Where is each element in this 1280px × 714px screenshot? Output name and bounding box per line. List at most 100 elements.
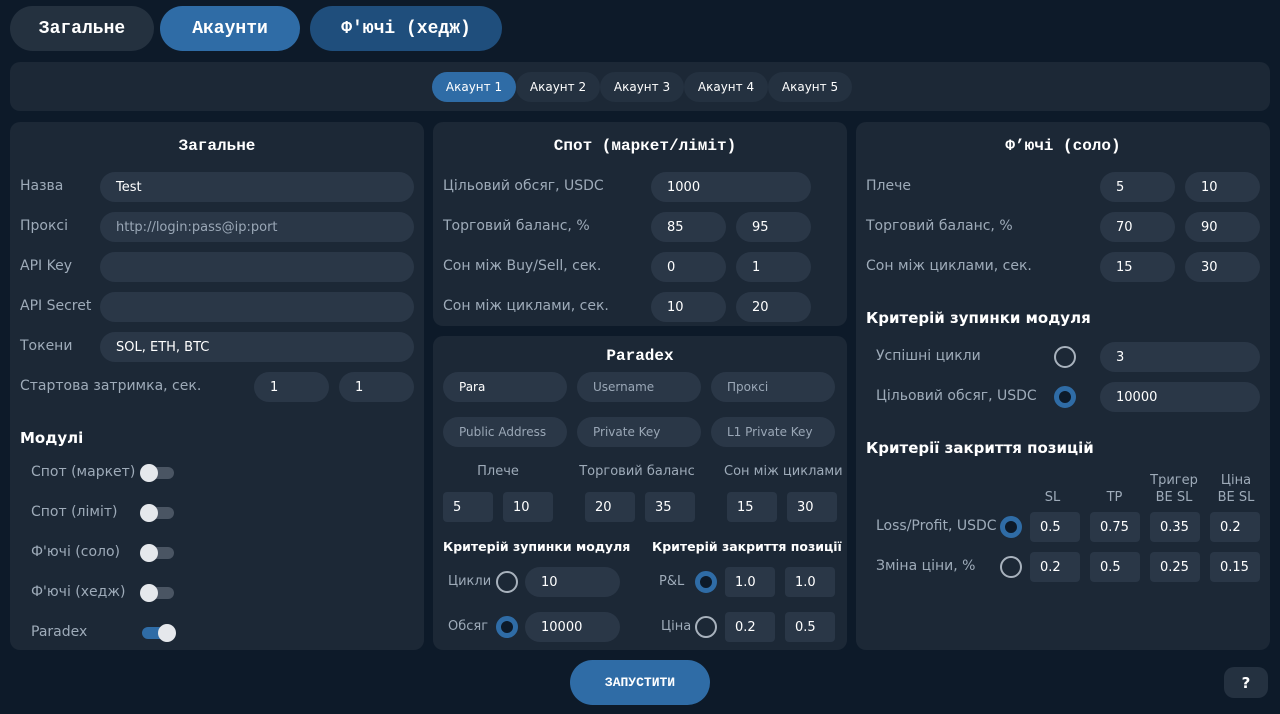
paradex-price-min-input[interactable]: 0.2 — [725, 612, 775, 642]
spot-target-volume-input[interactable]: 1000 — [651, 172, 811, 202]
col-header-price-line2: BE SL — [1217, 490, 1255, 505]
paradex-leverage-min-input[interactable]: 5 — [443, 492, 493, 522]
spot-sleep-buy-sell-min-input[interactable]: 0 — [651, 252, 726, 282]
paradex-pnl-max-input[interactable]: 1.0 — [785, 567, 835, 597]
price-change-tp-input[interactable]: 0.5 — [1090, 552, 1140, 582]
futures-target-volume-radio[interactable] — [1054, 386, 1076, 408]
start-delay-min-input[interactable]: 1 — [254, 372, 329, 402]
futures-success-cycles-radio[interactable] — [1054, 346, 1076, 368]
paradex-price-radio[interactable] — [695, 616, 717, 638]
paradex-trade-balance-min-input[interactable]: 20 — [585, 492, 635, 522]
price-change-radio[interactable] — [1000, 556, 1022, 578]
paradex-cycles-radio[interactable] — [496, 571, 518, 593]
help-button[interactable]: ? — [1224, 667, 1268, 698]
spot-sleep-cycles-max-input[interactable]: 20 — [736, 292, 811, 322]
paradex-price-max-input[interactable]: 0.5 — [785, 612, 835, 642]
loss-profit-sl-input[interactable]: 0.5 — [1030, 512, 1080, 542]
paradex-pnl-min-input[interactable]: 1.0 — [725, 567, 775, 597]
futures-trade-balance-min-input[interactable]: 70 — [1100, 212, 1175, 242]
paradex-pnl-radio[interactable] — [695, 571, 717, 593]
spot-sleep-buy-sell-max-input[interactable]: 1 — [736, 252, 811, 282]
start-button[interactable]: ЗАПУСТИТИ — [570, 660, 710, 705]
start-delay-label: Стартова затримка, сек. — [20, 378, 202, 394]
spot-trade-balance-min-input[interactable]: 85 — [651, 212, 726, 242]
paradex-proxy-input[interactable]: Проксі — [711, 372, 835, 402]
paradex-volume-radio[interactable] — [496, 616, 518, 638]
spot-trade-balance-label: Торговий баланс, % — [443, 218, 590, 234]
spot-sleep-cycles-label: Сон між циклами, сек. — [443, 298, 609, 314]
spot-trade-balance-max-input[interactable]: 95 — [736, 212, 811, 242]
module-toggle-paradex[interactable] — [142, 624, 176, 642]
paradex-leverage-max-input[interactable]: 10 — [503, 492, 553, 522]
paradex-volume-input[interactable]: 10000 — [525, 612, 620, 642]
account-tab-2[interactable]: Акаунт 2 — [516, 72, 600, 102]
paradex-username-input[interactable]: Username — [577, 372, 701, 402]
name-input[interactable]: Test — [100, 172, 414, 202]
futures-success-cycles-label: Успішні цикли — [876, 348, 981, 364]
proxy-label: Проксі — [20, 218, 69, 234]
paradex-cycles-input[interactable]: 10 — [525, 567, 620, 597]
account-tab-1[interactable]: Акаунт 1 — [432, 72, 516, 102]
proxy-input[interactable]: http://login:pass@ip:port — [100, 212, 414, 242]
futures-sleep-min-input[interactable]: 15 — [1100, 252, 1175, 282]
paradex-public-address-input[interactable]: Public Address — [443, 417, 567, 447]
module-toggle-futures-hedge[interactable] — [140, 584, 174, 602]
paradex-trade-balance-max-input[interactable]: 35 — [645, 492, 695, 522]
col-header-tp: TP — [1106, 490, 1123, 505]
spot-target-volume-label: Цільовий обсяг, USDC — [443, 178, 604, 194]
price-change-label: Зміна ціни, % — [876, 558, 976, 574]
futures-leverage-min-input[interactable]: 5 — [1100, 172, 1175, 202]
module-label-paradex: Paradex — [31, 624, 88, 640]
account-tab-5[interactable]: Акаунт 5 — [768, 72, 852, 102]
module-toggle-spot-market[interactable] — [140, 464, 174, 482]
account-tab-3[interactable]: Акаунт 3 — [600, 72, 684, 102]
paradex-l1-private-key-input[interactable]: L1 Private Key — [711, 417, 835, 447]
api-key-label: API Key — [20, 258, 72, 274]
module-toggle-futures-solo[interactable] — [140, 544, 174, 562]
loss-profit-trigger-input[interactable]: 0.35 — [1150, 512, 1200, 542]
paradex-leverage-label: Плече — [477, 464, 519, 479]
module-label-spot-market: Спот (маркет) — [31, 464, 136, 480]
paradex-cycles-label: Цикли — [448, 574, 492, 589]
paradex-para-input[interactable]: Para — [443, 372, 567, 402]
loss-profit-price-input[interactable]: 0.2 — [1210, 512, 1260, 542]
paradex-private-key-input[interactable]: Private Key — [577, 417, 701, 447]
api-key-input[interactable] — [100, 252, 414, 282]
col-header-sl: SL — [1044, 490, 1061, 505]
module-toggle-spot-limit[interactable] — [140, 504, 174, 522]
module-label-futures-hedge: Ф'ючі (хедж) — [31, 584, 126, 600]
tab-general[interactable]: Загальне — [10, 6, 154, 51]
price-change-trigger-input[interactable]: 0.25 — [1150, 552, 1200, 582]
paradex-volume-label: Обсяг — [448, 619, 489, 634]
tab-accounts[interactable]: Акаунти — [160, 6, 300, 51]
loss-profit-radio[interactable] — [1000, 516, 1022, 538]
tab-futures-hedge[interactable]: Ф'ючі (хедж) — [310, 6, 502, 51]
loss-profit-tp-input[interactable]: 0.75 — [1090, 512, 1140, 542]
tokens-input[interactable]: SOL, ETH, BTC — [100, 332, 414, 362]
account-tab-4[interactable]: Акаунт 4 — [684, 72, 768, 102]
start-delay-max-input[interactable]: 1 — [339, 372, 414, 402]
futures-sleep-max-input[interactable]: 30 — [1185, 252, 1260, 282]
api-secret-input[interactable] — [100, 292, 414, 322]
module-label-spot-limit: Спот (ліміт) — [31, 504, 118, 520]
paradex-sleep-min-input[interactable]: 15 — [727, 492, 777, 522]
api-secret-label: API Secret — [20, 298, 92, 314]
futures-trade-balance-label: Торговий баланс, % — [866, 218, 1013, 234]
futures-target-volume-input[interactable]: 10000 — [1100, 382, 1260, 412]
futures-leverage-max-input[interactable]: 10 — [1185, 172, 1260, 202]
loss-profit-label: Loss/Profit, USDC — [876, 518, 997, 534]
paradex-price-label: Ціна — [661, 619, 692, 634]
futures-close-title: Критерії закриття позицій — [866, 439, 1094, 457]
price-change-sl-input[interactable]: 0.2 — [1030, 552, 1080, 582]
module-label-futures-solo: Ф'ючі (соло) — [31, 544, 120, 560]
paradex-sleep-max-input[interactable]: 30 — [787, 492, 837, 522]
paradex-trade-balance-label: Торговий баланс — [579, 464, 695, 479]
modules-title: Модулі — [20, 429, 84, 447]
futures-trade-balance-max-input[interactable]: 90 — [1185, 212, 1260, 242]
col-header-trigger-line2: BE SL — [1155, 490, 1193, 505]
futures-success-cycles-input[interactable]: 3 — [1100, 342, 1260, 372]
spot-sleep-cycles-min-input[interactable]: 10 — [651, 292, 726, 322]
spot-title: Спот (маркет/ліміт) — [553, 137, 737, 155]
futures-leverage-label: Плече — [866, 178, 911, 194]
price-change-price-input[interactable]: 0.15 — [1210, 552, 1260, 582]
